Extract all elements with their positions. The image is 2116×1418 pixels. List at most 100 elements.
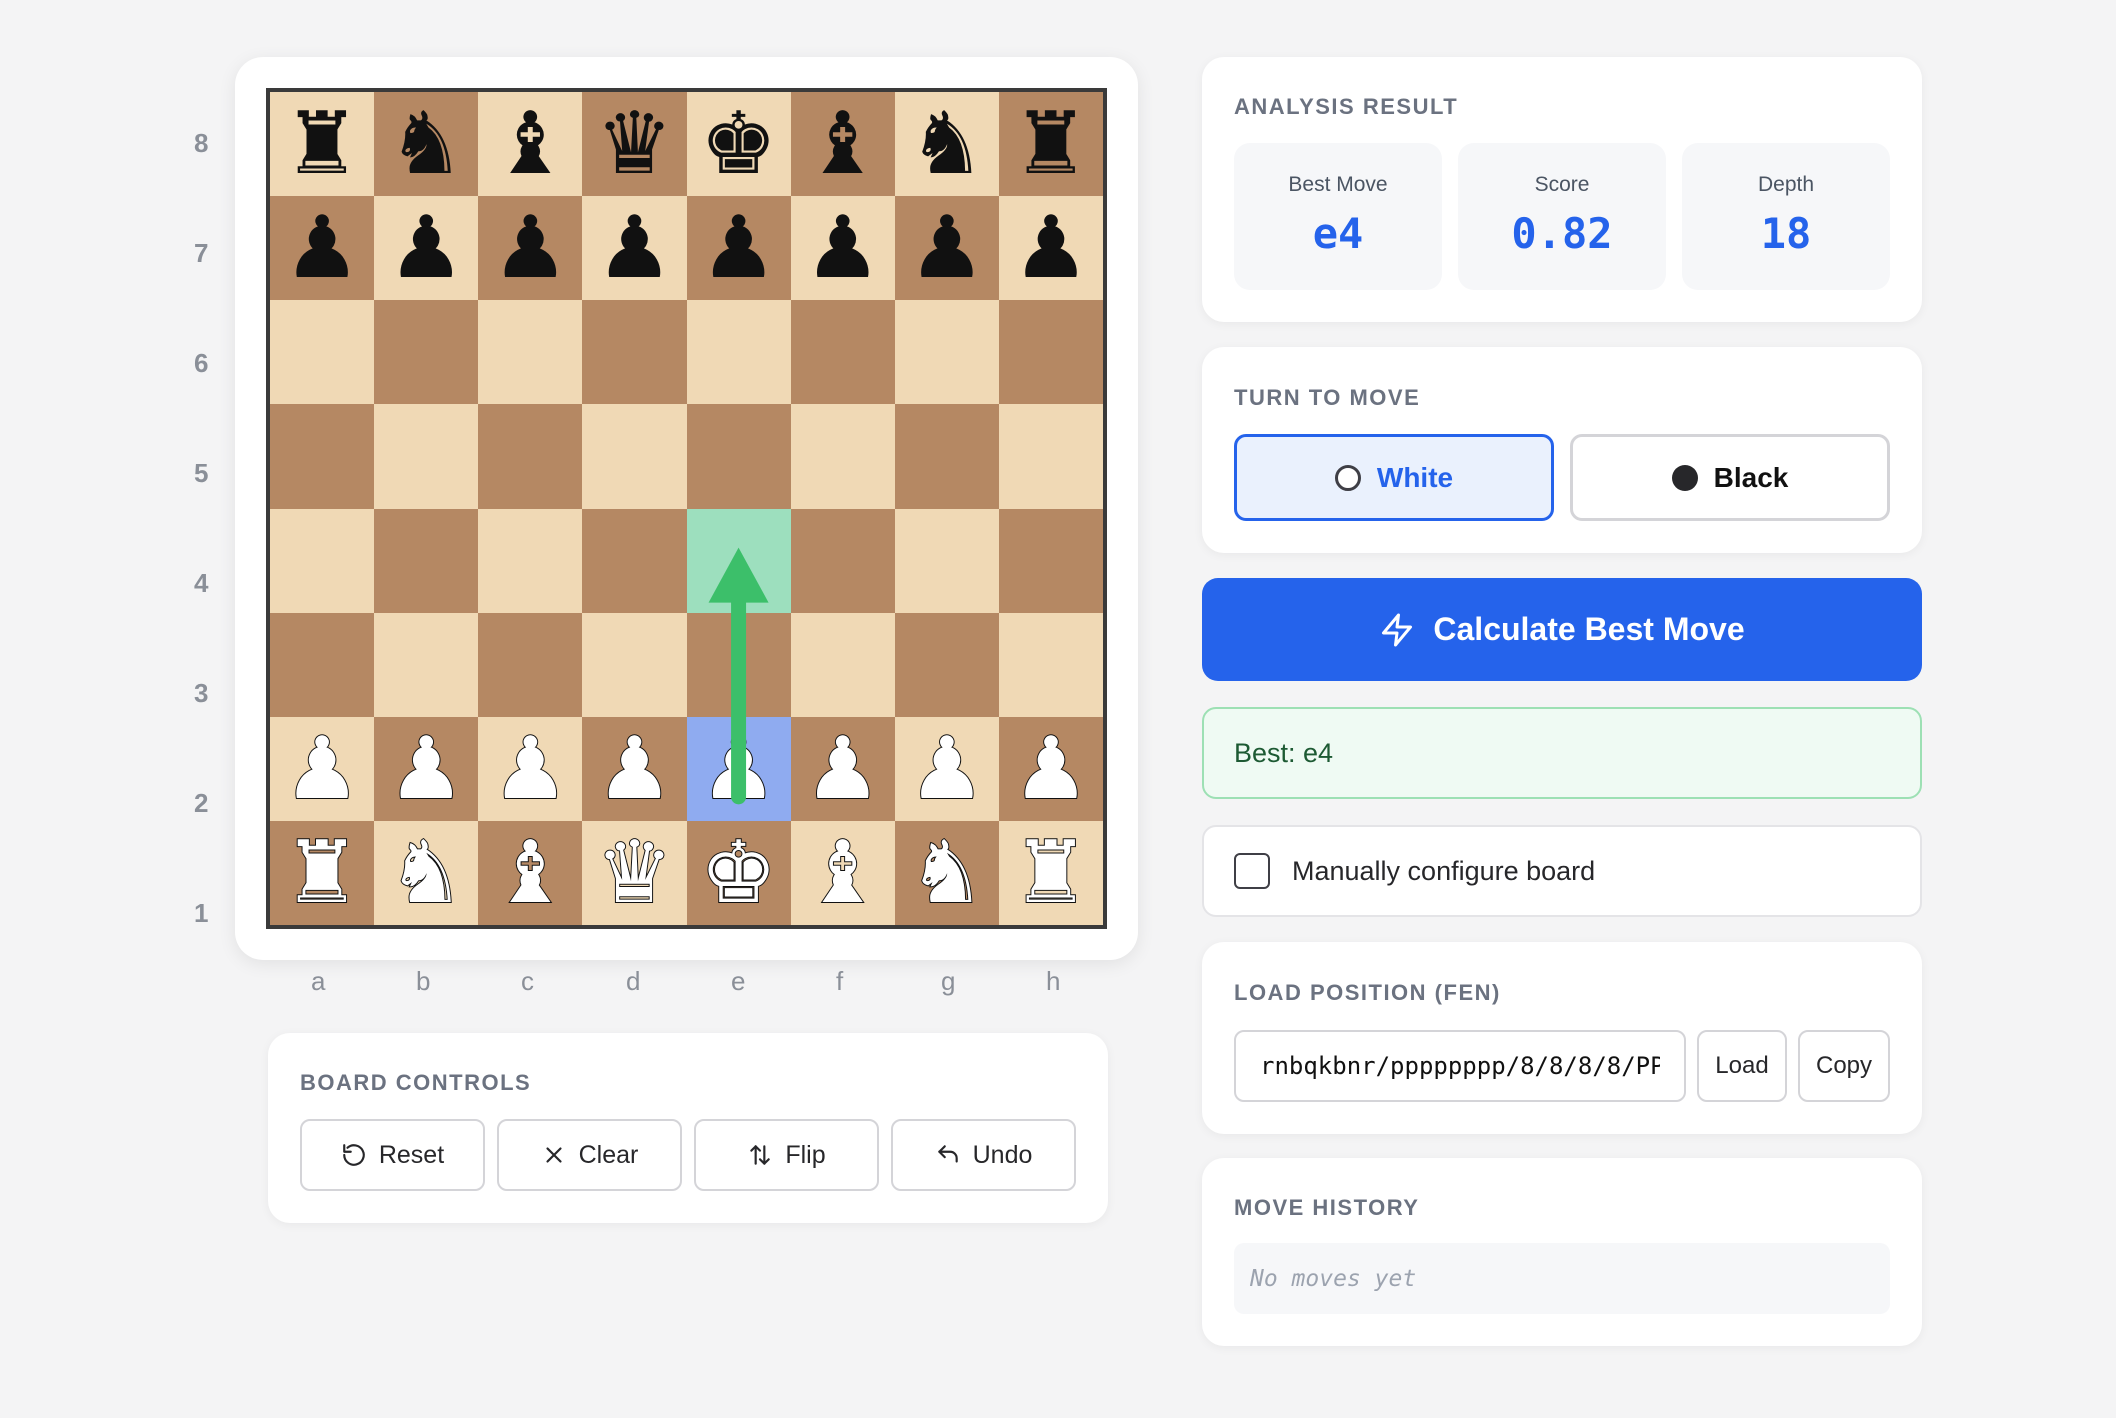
square-g7[interactable]: ♟ (894, 196, 999, 301)
square-e4[interactable] (686, 508, 791, 613)
square-d2[interactable]: ♟ (582, 716, 687, 821)
square-a5[interactable] (270, 404, 375, 509)
square-h2[interactable]: ♟ (998, 716, 1103, 821)
square-g5[interactable] (894, 404, 999, 509)
square-d7[interactable]: ♟ (582, 196, 687, 301)
square-a1[interactable]: ♜ (270, 820, 375, 925)
black-queen-icon[interactable]: ♛ (596, 101, 673, 187)
square-a8[interactable]: ♜ (270, 92, 375, 197)
square-a6[interactable] (270, 300, 375, 405)
square-h3[interactable] (998, 612, 1103, 717)
square-e7[interactable]: ♟ (686, 196, 791, 301)
square-b7[interactable]: ♟ (374, 196, 479, 301)
white-king-icon[interactable]: ♚ (699, 829, 778, 917)
black-pawn-icon[interactable]: ♟ (804, 205, 881, 291)
black-pawn-icon[interactable]: ♟ (700, 205, 777, 291)
square-e3[interactable] (686, 612, 791, 717)
flip-button[interactable]: Flip (694, 1119, 879, 1191)
square-g3[interactable] (894, 612, 999, 717)
square-f8[interactable]: ♝ (790, 92, 895, 197)
white-turn-button[interactable]: White (1234, 434, 1554, 521)
square-b4[interactable] (374, 508, 479, 613)
black-bishop-icon[interactable]: ♝ (804, 101, 881, 187)
square-h5[interactable] (998, 404, 1103, 509)
square-d6[interactable] (582, 300, 687, 405)
calculate-best-move-button[interactable]: Calculate Best Move (1202, 578, 1922, 681)
square-f6[interactable] (790, 300, 895, 405)
square-c7[interactable]: ♟ (478, 196, 583, 301)
white-pawn-icon[interactable]: ♟ (699, 725, 778, 813)
square-c1[interactable]: ♝ (478, 820, 583, 925)
white-knight-icon[interactable]: ♞ (387, 829, 466, 917)
square-c4[interactable] (478, 508, 583, 613)
square-c6[interactable] (478, 300, 583, 405)
manual-configure-toggle[interactable]: Manually configure board (1202, 825, 1922, 917)
white-bishop-icon[interactable]: ♝ (803, 829, 882, 917)
black-knight-icon[interactable]: ♞ (388, 101, 465, 187)
black-pawn-icon[interactable]: ♟ (596, 205, 673, 291)
square-g1[interactable]: ♞ (894, 820, 999, 925)
square-g8[interactable]: ♞ (894, 92, 999, 197)
square-h6[interactable] (998, 300, 1103, 405)
black-rook-icon[interactable]: ♜ (284, 101, 361, 187)
square-b6[interactable] (374, 300, 479, 405)
white-rook-icon[interactable]: ♜ (282, 829, 361, 917)
black-rook-icon[interactable]: ♜ (1012, 101, 1089, 187)
white-pawn-icon[interactable]: ♟ (282, 725, 361, 813)
white-queen-icon[interactable]: ♛ (595, 829, 674, 917)
square-d3[interactable] (582, 612, 687, 717)
square-d1[interactable]: ♛ (582, 820, 687, 925)
square-b8[interactable]: ♞ (374, 92, 479, 197)
black-knight-icon[interactable]: ♞ (908, 101, 985, 187)
square-a4[interactable] (270, 508, 375, 613)
square-e1[interactable]: ♚ (686, 820, 791, 925)
square-a2[interactable]: ♟ (270, 716, 375, 821)
square-h7[interactable]: ♟ (998, 196, 1103, 301)
chessboard[interactable]: ♜ ♞ ♝ ♛ ♚ ♝ ♞ ♜ ♟ ♟ ♟ ♟ ♟ ♟ ♟ ♟ ♟ ♟ ♟ ♟ ♟ ♟ ♟ ♟ ♜ ♞ ♝ ♛ ♚ ♝ ♞ ♜ (266, 88, 1107, 929)
square-f1[interactable]: ♝ (790, 820, 895, 925)
black-king-icon[interactable]: ♚ (700, 101, 777, 187)
reset-button[interactable]: Reset (300, 1119, 485, 1191)
square-h4[interactable] (998, 508, 1103, 613)
black-pawn-icon[interactable]: ♟ (908, 205, 985, 291)
square-c8[interactable]: ♝ (478, 92, 583, 197)
white-pawn-icon[interactable]: ♟ (595, 725, 674, 813)
undo-button[interactable]: Undo (891, 1119, 1076, 1191)
square-c3[interactable] (478, 612, 583, 717)
white-pawn-icon[interactable]: ♟ (907, 725, 986, 813)
square-d8[interactable]: ♛ (582, 92, 687, 197)
clear-button[interactable]: Clear (497, 1119, 682, 1191)
black-pawn-icon[interactable]: ♟ (492, 205, 569, 291)
square-f5[interactable] (790, 404, 895, 509)
square-a3[interactable] (270, 612, 375, 717)
white-pawn-icon[interactable]: ♟ (1011, 725, 1090, 813)
black-bishop-icon[interactable]: ♝ (492, 101, 569, 187)
square-e5[interactable] (686, 404, 791, 509)
white-rook-icon[interactable]: ♜ (1011, 829, 1090, 917)
square-a7[interactable]: ♟ (270, 196, 375, 301)
manual-configure-checkbox[interactable] (1234, 853, 1270, 889)
white-pawn-icon[interactable]: ♟ (491, 725, 570, 813)
square-f3[interactable] (790, 612, 895, 717)
square-b3[interactable] (374, 612, 479, 717)
white-knight-icon[interactable]: ♞ (907, 829, 986, 917)
square-b5[interactable] (374, 404, 479, 509)
square-b1[interactable]: ♞ (374, 820, 479, 925)
square-f2[interactable]: ♟ (790, 716, 895, 821)
square-h1[interactable]: ♜ (998, 820, 1103, 925)
black-pawn-icon[interactable]: ♟ (1012, 205, 1089, 291)
square-g2[interactable]: ♟ (894, 716, 999, 821)
copy-fen-button[interactable]: Copy (1798, 1030, 1890, 1102)
square-c2[interactable]: ♟ (478, 716, 583, 821)
square-g4[interactable] (894, 508, 999, 613)
load-fen-button[interactable]: Load (1697, 1030, 1787, 1102)
square-c5[interactable] (478, 404, 583, 509)
square-h8[interactable]: ♜ (998, 92, 1103, 197)
white-pawn-icon[interactable]: ♟ (803, 725, 882, 813)
square-b2[interactable]: ♟ (374, 716, 479, 821)
square-f4[interactable] (790, 508, 895, 613)
square-e2[interactable]: ♟ (686, 716, 791, 821)
black-pawn-icon[interactable]: ♟ (284, 205, 361, 291)
black-turn-button[interactable]: Black (1570, 434, 1890, 521)
square-e8[interactable]: ♚ (686, 92, 791, 197)
